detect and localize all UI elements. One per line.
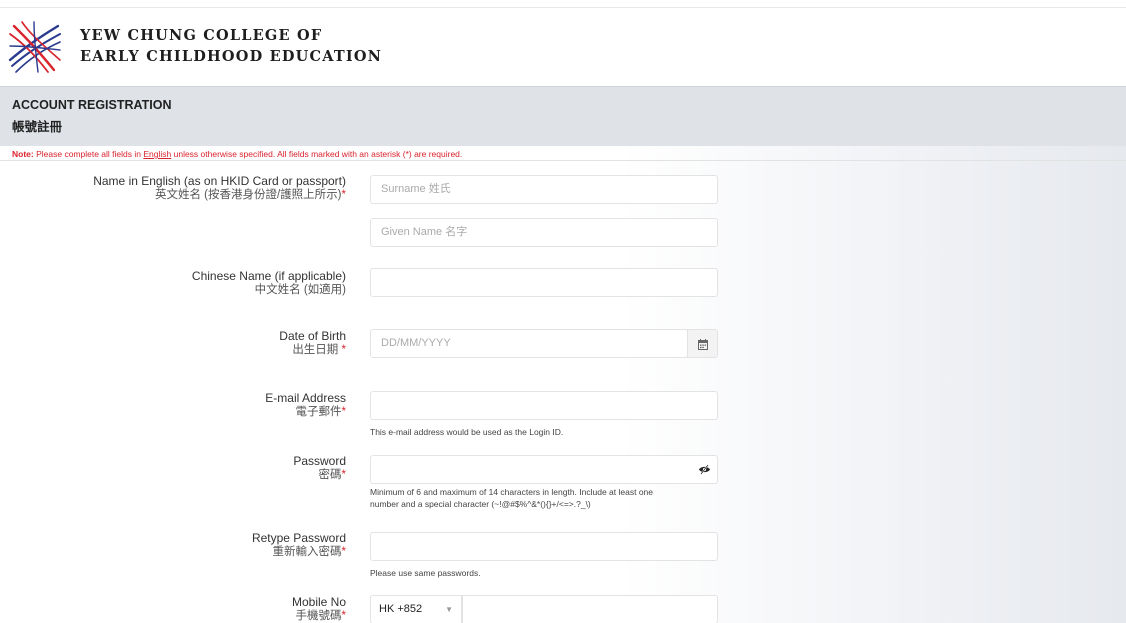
college-logo[interactable]: [8, 20, 62, 74]
required-asterisk: *: [341, 189, 346, 201]
retype-password-help-text: Please use same passwords.: [370, 568, 481, 578]
password-input[interactable]: [370, 455, 718, 484]
required-asterisk: *: [341, 610, 346, 622]
note-text-after: unless otherwise specified. All fields m…: [171, 149, 463, 159]
password-label-zh: 密碼*: [318, 469, 346, 481]
required-asterisk: *: [341, 469, 346, 481]
page-title: ACCOUNT REGISTRATION: [12, 98, 172, 112]
retype-password-label-zh: 重新輸入密碼*: [272, 546, 346, 558]
retype-password-label-en: Retype Password: [251, 531, 346, 545]
calendar-icon: [698, 339, 708, 350]
retype-password-label: Retype Password 重新輸入密碼*: [252, 531, 346, 559]
dob-label-en: Date of Birth: [279, 329, 346, 343]
chinese-name-label-en: Chinese Name (if applicable): [191, 269, 346, 283]
email-label-zh: 電子郵件*: [295, 406, 346, 418]
chinese-name-label: Chinese Name (if applicable) 中文姓名 (如適用): [192, 269, 346, 297]
retype-password-input[interactable]: [370, 532, 718, 561]
country-code-value: HK +852: [379, 603, 423, 615]
registration-page: ACCOUNT REGISTRATION 帳號註冊 Note: Please c…: [0, 86, 1126, 623]
email-help-text: This e-mail address would be used as the…: [370, 427, 564, 437]
college-name-line2: EARLY CHILDHOOD EDUCATION: [80, 48, 383, 65]
name-english-label: Name in English (as on HKID Card or pass…: [93, 174, 346, 202]
password-label: Password 密碼*: [293, 454, 346, 482]
required-asterisk: *: [341, 406, 346, 418]
divider: [0, 160, 1126, 161]
note-text-before: Please complete all fields in: [33, 149, 144, 159]
name-english-label-zh: 英文姓名 (按香港身份證/護照上所示)*: [154, 189, 346, 201]
mobile-label-en: Mobile No: [291, 595, 346, 609]
required-asterisk: *: [341, 546, 346, 558]
email-label: E-mail Address 電子郵件*: [265, 391, 346, 419]
password-help-text: Minimum of 6 and maximum of 14 character…: [370, 486, 653, 510]
dob-input[interactable]: DD/MM/YYYY: [370, 329, 688, 358]
note-prefix: Note:: [12, 149, 34, 159]
dob-label-zh: 出生日期 *: [292, 344, 346, 356]
page-title-band: ACCOUNT REGISTRATION 帳號註冊: [0, 86, 1126, 146]
dob-label: Date of Birth 出生日期 *: [279, 329, 346, 357]
chinese-name-label-zh: 中文姓名 (如適用): [254, 284, 346, 296]
country-code-select[interactable]: HK +852 ▼: [370, 595, 462, 623]
college-name-line1: YEW CHUNG COLLEGE OF: [80, 27, 323, 44]
name-english-label-en: Name in English (as on HKID Card or pass…: [93, 174, 346, 188]
chinese-name-input[interactable]: [370, 268, 718, 297]
college-name: YEW CHUNG COLLEGE OF EARLY CHILDHOOD EDU…: [80, 25, 382, 67]
email-label-en: E-mail Address: [265, 391, 346, 405]
password-label-en: Password: [293, 454, 346, 468]
password-help-line1: Minimum of 6 and maximum of 14 character…: [370, 487, 654, 497]
email-input[interactable]: [370, 391, 718, 420]
password-help-line2: number and a special character (~!@#$%^&…: [370, 499, 591, 509]
page-title-chinese: 帳號註冊: [12, 120, 63, 134]
required-asterisk: *: [341, 344, 346, 356]
note-english-link[interactable]: English: [143, 149, 171, 159]
chevron-down-icon: ▼: [445, 605, 453, 614]
mobile-label-zh: 手機號碼*: [295, 610, 346, 622]
mobile-label: Mobile No 手機號碼*: [292, 595, 346, 623]
given-name-input[interactable]: Given Name 名字: [370, 218, 718, 247]
surname-input[interactable]: Surname 姓氏: [370, 175, 718, 204]
date-picker-button[interactable]: [687, 329, 718, 358]
mobile-number-input[interactable]: [462, 595, 718, 623]
form-note: Note: Please complete all fields in Engl…: [12, 149, 462, 159]
site-header: YEW CHUNG COLLEGE OF EARLY CHILDHOOD EDU…: [0, 8, 1126, 86]
eye-slash-icon[interactable]: [698, 464, 711, 475]
